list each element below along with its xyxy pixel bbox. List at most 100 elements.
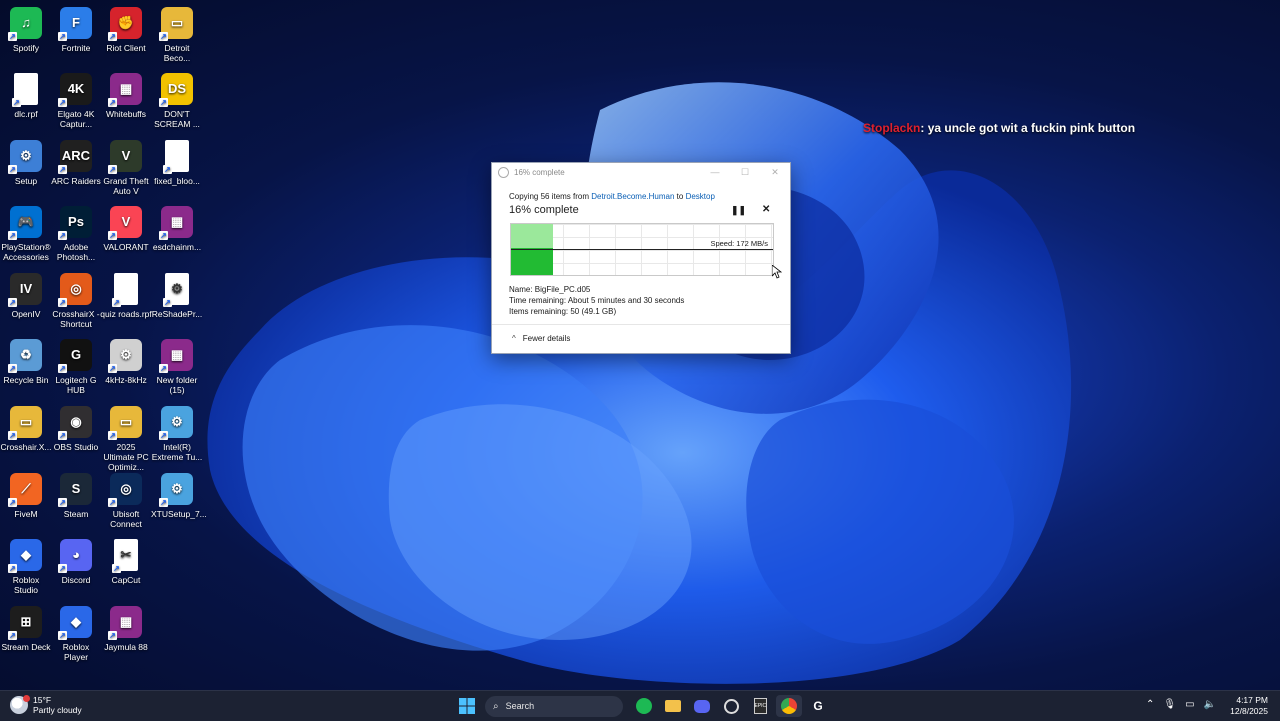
pause-icon[interactable]: ❚❚: [731, 205, 746, 216]
desktop-icon-fixed-bloo[interactable]: ↗ fixed_bloo...: [151, 140, 203, 186]
desktop-icon-discord[interactable]: ◕ ↗ Discord: [50, 539, 102, 585]
desktop-icon-logitech-g-hub[interactable]: G ↗ Logitech G HUB: [50, 339, 102, 395]
desktop-icon-label: Adobe Photosh...: [56, 242, 96, 262]
taskbar-logitech[interactable]: G: [805, 695, 831, 717]
chevron-up-icon[interactable]: ⌃: [1146, 699, 1154, 710]
window-close-button[interactable]: ✕: [760, 167, 790, 178]
desktop-icon-steam[interactable]: S ↗ Steam: [50, 473, 102, 519]
desktop-icon-don-t-scream[interactable]: DS ↗ DON'T SCREAM ...: [151, 73, 203, 129]
desktop-icon-riot-client[interactable]: ✊ ↗ Riot Client: [100, 7, 152, 53]
taskbar-clock[interactable]: 4:17 PM 12/8/2025: [1230, 695, 1268, 717]
desktop-icon-4khz-8khz[interactable]: ⚙ ↗ 4kHz-8kHz: [100, 339, 152, 385]
desktop-icon-intel-r-extreme-tu[interactable]: ⚙ ↗ Intel(R) Extreme Tu...: [151, 406, 203, 462]
desktop-icon-detroit-beco[interactable]: ▭ ↗ Detroit Beco...: [151, 7, 203, 63]
shortcut-arrow-icon: ↗: [8, 165, 17, 174]
taskbar-file-explorer[interactable]: [660, 695, 686, 717]
shortcut-arrow-icon: ↗: [12, 98, 21, 107]
weather-widget[interactable]: 15°F Partly cloudy: [10, 695, 82, 715]
dialog-titlebar[interactable]: 16% complete — ☐ ✕: [492, 163, 790, 182]
desktop-icon-label: ARC Raiders: [51, 176, 101, 186]
desktop-icon-fivem[interactable]: ⟋ ↗ FiveM: [0, 473, 52, 519]
destination-folder-link[interactable]: Desktop: [686, 192, 715, 201]
maximize-button[interactable]: ☐: [730, 167, 760, 178]
desktop-icon-2025-ultimate-pc-optimiz[interactable]: ▭ ↗ 2025 Ultimate PC Optimiz...: [100, 406, 152, 472]
copy-progress-dialog[interactable]: 16% complete — ☐ ✕ Copying 56 items from…: [491, 162, 791, 354]
source-folder-link[interactable]: Detroit.Become.Human: [591, 192, 674, 201]
shortcut-arrow-icon: ↗: [8, 498, 17, 507]
desktop-icon-elgato-4k-captur[interactable]: 4K ↗ Elgato 4K Captur...: [50, 73, 102, 129]
desktop-icon-spotify[interactable]: ♫ ↗ Spotify: [0, 7, 52, 53]
taskbar-spotify[interactable]: [631, 695, 657, 717]
desktop-icon-arc-raiders[interactable]: ARC ↗ ARC Raiders: [50, 140, 102, 186]
fewer-details-button[interactable]: ^ Fewer details: [512, 334, 570, 343]
desktop-icon-capcut[interactable]: ✂ ↗ CapCut: [100, 539, 152, 585]
shortcut-arrow-icon: ↗: [58, 98, 67, 107]
cancel-copy-button[interactable]: ✕: [762, 204, 770, 215]
desktop-icon-label: esdchainm...: [152, 242, 202, 252]
desktop-icon-crosshairx-shortcut[interactable]: ◎ ↗ CrosshairX - Shortcut: [50, 273, 102, 329]
desktop-icon-label: 4kHz-8kHz: [105, 375, 147, 385]
taskbar-discord[interactable]: [689, 695, 715, 717]
desktop-icon-reshadepr[interactable]: ⚙ ↗ ReShadePr...: [151, 273, 203, 319]
spotify-icon: [636, 698, 652, 714]
desktop-icon-label: Grand Theft Auto V: [103, 176, 149, 196]
desktop-icon-label: Roblox Player: [62, 642, 90, 662]
volume-icon[interactable]: 🔈: [1204, 699, 1216, 710]
app-icon: 4K ↗: [58, 73, 92, 107]
desktop-icon-new-folder-15[interactable]: ▦ ↗ New folder (15): [151, 339, 203, 395]
system-tray: ⌃ 🎙 ▭ 🔈: [1146, 699, 1216, 710]
app-icon: ◎ ↗: [58, 273, 92, 307]
shortcut-arrow-icon: ↗: [58, 364, 67, 373]
shortcut-arrow-icon: ↗: [159, 231, 168, 240]
desktop-icon-label: quiz roads.rpf: [100, 309, 152, 319]
desktop-icon-grand-theft-auto-v[interactable]: V ↗ Grand Theft Auto V: [100, 140, 152, 196]
desktop-icon-openiv[interactable]: IV ↗ OpenIV: [0, 273, 52, 319]
desktop-icon-jaymula-88[interactable]: ▦ ↗ Jaymula 88: [100, 606, 152, 652]
app-icon: G ↗: [58, 339, 92, 373]
shortcut-arrow-icon: ↗: [108, 364, 117, 373]
desktop-icon-valorant[interactable]: V ↗ VALORANT: [100, 206, 152, 252]
desktop-icon-dlc-rpf[interactable]: ↗ dlc.rpf: [0, 73, 52, 119]
app-icon: ▦ ↗: [159, 339, 193, 373]
desktop-icon-fortnite[interactable]: F ↗ Fortnite: [50, 7, 102, 53]
desktop-icon-setup[interactable]: ⚙ ↗ Setup: [0, 140, 52, 186]
desktop-icon-label: Elgato 4K Captur...: [57, 109, 95, 129]
app-icon: ▦ ↗: [159, 206, 193, 240]
chrome-icon: [781, 698, 797, 714]
desktop-icon-adobe-photosh[interactable]: Ps ↗ Adobe Photosh...: [50, 206, 102, 262]
desktop-icon-playstation-accessories[interactable]: 🎮 ↗ PlayStation® Accessories: [0, 206, 52, 262]
copy-details: Name: BigFile_PC.d05 Time remaining: Abo…: [509, 284, 684, 317]
shortcut-arrow-icon: ↗: [108, 32, 117, 41]
start-button[interactable]: [454, 695, 480, 717]
taskbar-epic-games[interactable]: EPIC: [747, 695, 773, 717]
taskbar-chrome[interactable]: [776, 695, 802, 717]
desktop-icon-stream-deck[interactable]: ⊞ ↗ Stream Deck: [0, 606, 52, 652]
minimize-button[interactable]: —: [700, 167, 730, 178]
desktop-icon-ubisoft-connect[interactable]: ◎ ↗ Ubisoft Connect: [100, 473, 152, 529]
shortcut-arrow-icon: ↗: [112, 564, 121, 573]
desktop-icon-label: CrosshairX - Shortcut: [52, 309, 100, 329]
shortcut-arrow-icon: ↗: [8, 231, 17, 240]
display-icon[interactable]: ▭: [1185, 699, 1194, 710]
desktop-icon-whitebuffs[interactable]: ▦ ↗ Whitebuffs: [100, 73, 152, 119]
desktop-icon-obs-studio[interactable]: ◉ ↗ OBS Studio: [50, 406, 102, 452]
folder-icon: [665, 700, 681, 712]
desktop-icon-quiz-roads-rpf[interactable]: ↗ quiz roads.rpf: [100, 273, 152, 319]
desktop-icon-label: Recycle Bin: [3, 375, 49, 385]
clock-time: 4:17 PM: [1236, 695, 1268, 705]
app-icon: ✂ ↗: [112, 539, 138, 573]
shortcut-arrow-icon: ↗: [108, 231, 117, 240]
desktop-icon-recycle-bin[interactable]: ♻ ↗ Recycle Bin: [0, 339, 52, 385]
desktop-icon-roblox-studio[interactable]: ◆ ↗ Roblox Studio: [0, 539, 52, 595]
desktop-icon-xtusetup-7[interactable]: ⚙ ↗ XTUSetup_7...: [151, 473, 207, 519]
taskbar-search[interactable]: ⌕ Search: [485, 695, 623, 717]
taskbar: 15°F Partly cloudy ⌕ Search EPIC G ⌃ 🎙 ▭…: [0, 690, 1280, 721]
desktop-icon-esdchainm[interactable]: ▦ ↗ esdchainm...: [151, 206, 203, 252]
app-icon: ⟋ ↗: [8, 473, 42, 507]
taskbar-obs[interactable]: [718, 695, 744, 717]
microphone-icon[interactable]: 🎙: [1163, 699, 1176, 710]
desktop-icon-label: Roblox Studio: [12, 575, 40, 595]
desktop-icon-crosshair-x[interactable]: ▭ ↗ Crosshair.X...: [0, 406, 52, 452]
desktop-icon-roblox-player[interactable]: ◆ ↗ Roblox Player: [50, 606, 102, 662]
shortcut-arrow-icon: ↗: [58, 32, 67, 41]
